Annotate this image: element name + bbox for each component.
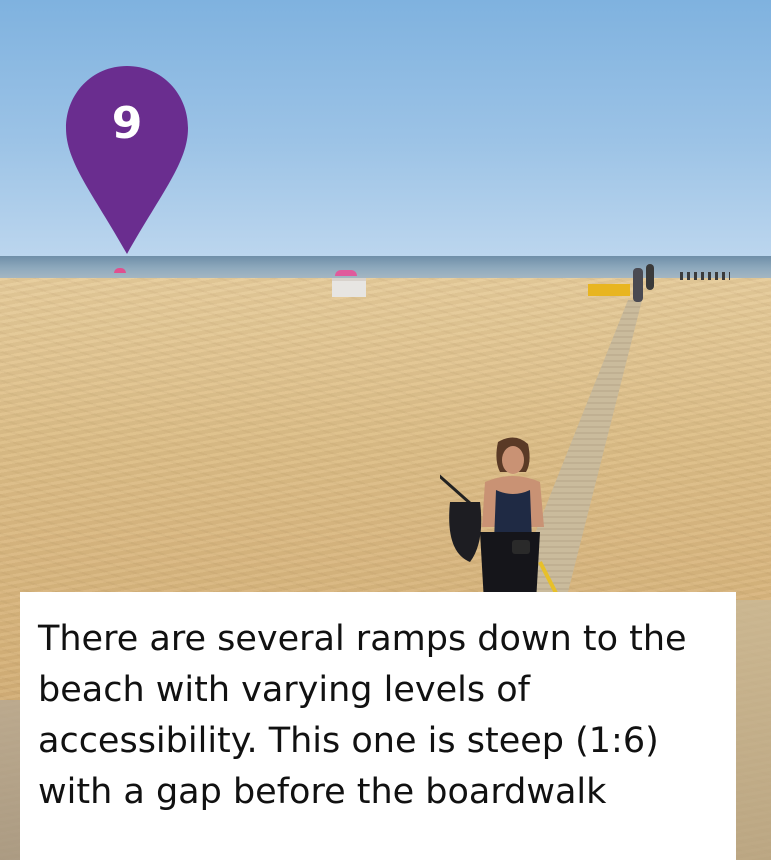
marker-pin-shape <box>66 66 188 254</box>
distant-person <box>646 264 654 290</box>
distant-person <box>633 268 643 302</box>
yellow-barrier <box>588 284 630 296</box>
location-marker-icon <box>62 62 192 258</box>
umbrella <box>114 268 126 273</box>
caption-text: There are several ramps down to the beac… <box>38 619 687 812</box>
umbrella <box>335 270 357 276</box>
distant-crowd <box>680 272 730 280</box>
woman-walking <box>434 432 570 602</box>
marker-number: 9 <box>111 98 143 149</box>
beach-hut <box>332 278 366 297</box>
